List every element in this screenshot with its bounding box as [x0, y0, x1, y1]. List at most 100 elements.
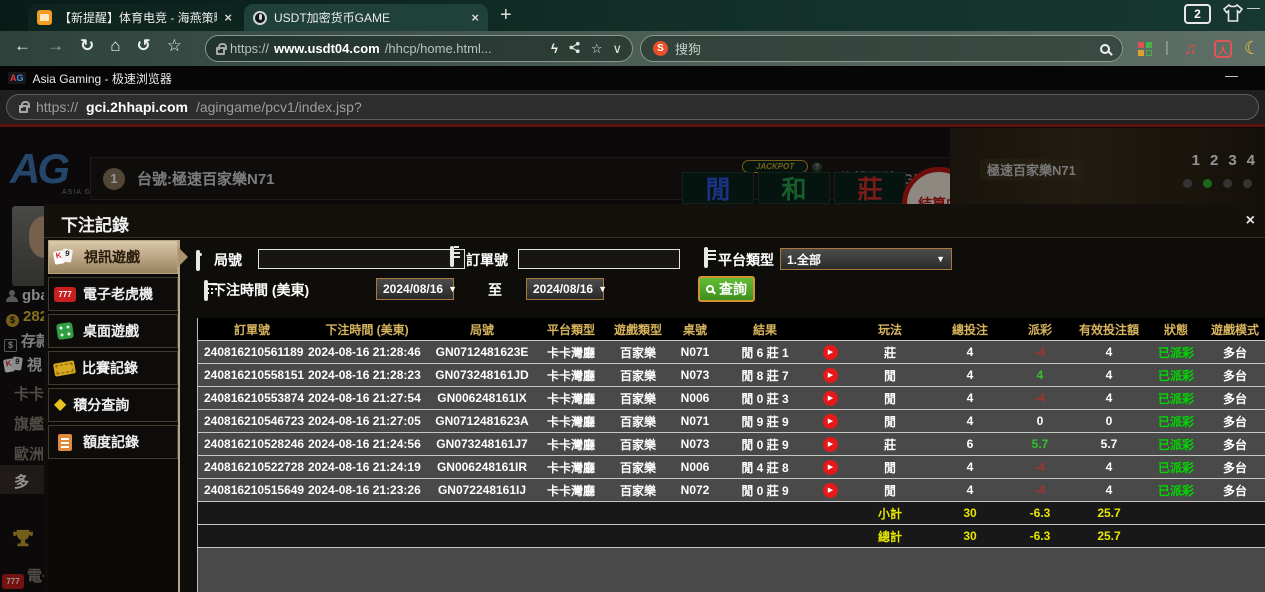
reload-icon[interactable]: ↻: [80, 36, 94, 56]
cell-status: 已派彩: [1148, 364, 1204, 386]
tab1-close-icon[interactable]: ×: [224, 10, 232, 25]
play-icon: ▶: [823, 437, 838, 452]
lightning-icon[interactable]: ϟ: [551, 41, 558, 56]
replay-button[interactable]: ▶: [810, 433, 850, 455]
modal-close-icon[interactable]: ×: [1246, 212, 1255, 230]
bet-time-label: 下注時間 (美東): [212, 280, 309, 300]
caret-down-icon: ▼: [598, 284, 607, 294]
sidebar-label: 桌面遊戲: [83, 321, 139, 341]
date-to-select[interactable]: 2024/08/16 ▼: [526, 278, 604, 300]
cell-valid: 4: [1070, 479, 1148, 501]
pdf-reader-icon[interactable]: 人: [1214, 40, 1232, 58]
night-mode-icon[interactable]: ☾: [1244, 38, 1260, 59]
toolbar-divider: |: [1165, 39, 1169, 56]
cell-round: GN006248161IR: [428, 456, 536, 478]
cell-platform: 卡卡灣廳: [536, 387, 606, 409]
ticket-icon: [53, 360, 76, 376]
total-bet: 30: [930, 525, 1010, 547]
sidebar-item-quota-records[interactable]: 額度記錄: [48, 425, 178, 459]
cell-game: 百家樂: [606, 341, 670, 363]
order-filter-label: 訂單號: [466, 250, 508, 270]
sidebar-item-slots[interactable]: 777 電子老虎機: [48, 277, 178, 311]
query-button[interactable]: 查詢: [698, 276, 755, 302]
tab2-close-icon[interactable]: ×: [471, 10, 479, 25]
subtotal-row: 小計 30 -6.3 25.7: [198, 502, 1265, 525]
cell-platform: 卡卡灣廳: [536, 341, 606, 363]
date-from-select[interactable]: 2024/08/16 ▼: [376, 278, 454, 300]
share-icon[interactable]: [568, 41, 581, 57]
browser-tab-2-active[interactable]: USDT加密货币GAME ×: [244, 4, 488, 31]
cell-payout: -4: [1010, 479, 1070, 501]
play-icon: ▶: [823, 414, 838, 429]
app-minimize-button[interactable]: —: [1225, 68, 1238, 83]
replay-button[interactable]: ▶: [810, 410, 850, 432]
replay-button[interactable]: ▶: [810, 387, 850, 409]
theme-shirt-icon[interactable]: [1221, 3, 1245, 28]
browser-toolbar: ← → ↻ ⌂ ↺ ☆ https://www.usdt04.com/hhcp/…: [0, 31, 1265, 66]
app-url-field[interactable]: https://gci.2hhapi.com/agingame/pcv1/ind…: [6, 94, 1259, 120]
cell-status: 已派彩: [1148, 479, 1204, 501]
replay-button[interactable]: ▶: [810, 479, 850, 501]
table-row: 2408162105467232024-08-16 21:27:05GN0712…: [198, 410, 1265, 433]
sidebar-item-video-games[interactable]: 視訊遊戲: [48, 240, 178, 274]
cell-round: GN072248161IJ: [428, 479, 536, 501]
cell-payout: -4: [1010, 387, 1070, 409]
sidebar-item-match-records[interactable]: 比賽記錄: [48, 351, 178, 385]
cell-table: N071: [670, 410, 720, 432]
new-tab-button[interactable]: +: [500, 3, 512, 27]
url-scheme: https://: [230, 41, 269, 56]
cell-valid: 0: [1070, 410, 1148, 432]
sidebar-item-points-inquiry[interactable]: ◆ 積分查詢: [48, 388, 178, 422]
total-valid: 25.7: [1070, 525, 1148, 547]
back-icon[interactable]: ←: [14, 36, 31, 56]
music-icon[interactable]: ♫: [1184, 39, 1197, 59]
cell-result: 閒 0 莊 9: [720, 479, 810, 501]
browser-minimize-button[interactable]: —: [1247, 0, 1260, 15]
cell-time: 2024-08-16 21:27:54: [306, 387, 428, 409]
replay-button[interactable]: ▶: [810, 341, 850, 363]
bookmark-star-icon[interactable]: ☆: [591, 41, 603, 57]
query-button-label: 查詢: [719, 279, 747, 299]
sidebar-label: 電子老虎機: [83, 284, 153, 304]
favorite-star-icon[interactable]: ☆: [167, 36, 182, 56]
order-filter-input[interactable]: [518, 249, 680, 269]
subtotal-spacer: [198, 502, 850, 524]
cell-order: 240816210553874: [198, 387, 306, 409]
column-header: 局號: [428, 318, 536, 340]
cell-status: 已派彩: [1148, 456, 1204, 478]
app-address-bar: https://gci.2hhapi.com/agingame/pcv1/ind…: [0, 90, 1265, 124]
platform-select[interactable]: 1.全部 ▼: [780, 248, 952, 270]
cell-result: 閒 4 莊 8: [720, 456, 810, 478]
cell-game: 百家樂: [606, 410, 670, 432]
cell-valid: 4: [1070, 456, 1148, 478]
sidebar-item-table-games[interactable]: 桌面遊戲: [48, 314, 178, 348]
date-to-value: 2024/08/16: [533, 282, 593, 296]
apps-grid-icon[interactable]: [1138, 42, 1152, 56]
app-url-path: /agingame/pcv1/index.jsp?: [196, 99, 362, 115]
cell-platform: 卡卡灣廳: [536, 456, 606, 478]
search-bar[interactable]: S 搜狗: [640, 35, 1123, 62]
round-filter-input[interactable]: [258, 249, 465, 269]
cell-valid: 5.7: [1070, 433, 1148, 455]
chevron-down-icon[interactable]: ∨: [612, 41, 622, 57]
cell-order: 240816210561189: [198, 341, 306, 363]
cell-order: 240816210522728: [198, 456, 306, 478]
lock-icon: [216, 47, 225, 55]
cell-play: 閒: [850, 456, 930, 478]
tab-count-badge[interactable]: 2: [1184, 4, 1211, 24]
replay-button[interactable]: ▶: [810, 456, 850, 478]
url-bar[interactable]: https://www.usdt04.com/hhcp/home.html...…: [205, 35, 633, 62]
history-icon[interactable]: ↺: [137, 36, 151, 56]
home-icon[interactable]: ⌂: [110, 36, 120, 56]
forward-icon[interactable]: →: [47, 36, 64, 56]
total-row: 總計 30 -6.3 25.7: [198, 525, 1265, 548]
sidebar-label: 額度記錄: [83, 432, 139, 452]
cell-valid: 4: [1070, 341, 1148, 363]
cell-valid: 4: [1070, 364, 1148, 386]
cell-status: 已派彩: [1148, 433, 1204, 455]
search-engine-label: 搜狗: [675, 39, 701, 58]
browser-tab-1[interactable]: 【新提醒】体育电竞 - 海燕策略 ×: [28, 4, 241, 31]
replay-button[interactable]: ▶: [810, 364, 850, 386]
cell-play: 閒: [850, 387, 930, 409]
search-icon[interactable]: [1100, 44, 1110, 54]
